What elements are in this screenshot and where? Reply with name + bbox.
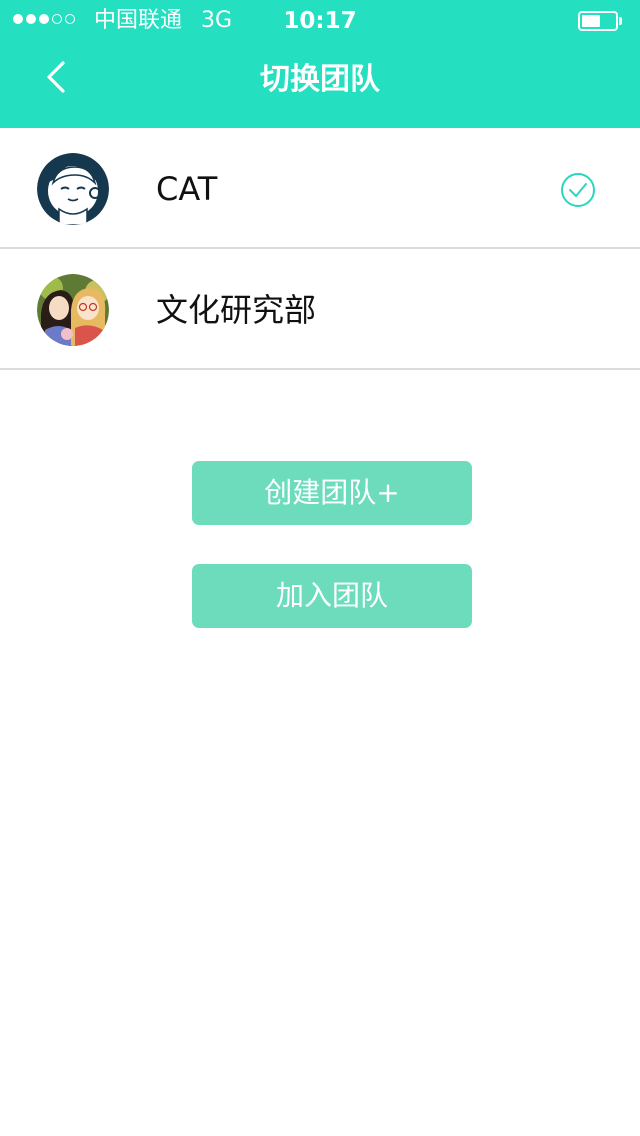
team-list: CAT 文化研究部 [0,128,640,370]
battery-icon [578,11,618,31]
team-row-cat[interactable]: CAT [0,128,640,249]
header: 中国联通 3G 10:17 切换团队 [0,0,640,128]
join-team-button[interactable]: 加入团队 [192,564,472,628]
team-name: CAT [156,170,218,208]
team-row-culture[interactable]: 文化研究部 [0,249,640,370]
create-team-button[interactable]: 创建团队+ [192,461,472,525]
status-bar: 中国联通 3G 10:17 [0,0,640,40]
page-title: 切换团队 [260,62,380,97]
status-time: 10:17 [283,8,357,34]
avatar [37,274,109,346]
nav-bar: 切换团队 [0,40,640,128]
team-name: 文化研究部 [156,291,317,329]
app-screen: 中国联通 3G 10:17 切换团队 CAT 文化研究部 创建团队+ 加入团队 [0,0,640,1136]
battery-tip [619,17,622,25]
battery-level [582,15,600,27]
check-circle-icon [561,173,595,207]
anime-avatar-icon [37,274,109,346]
cat-avatar-icon [37,153,109,225]
avatar [37,153,109,225]
